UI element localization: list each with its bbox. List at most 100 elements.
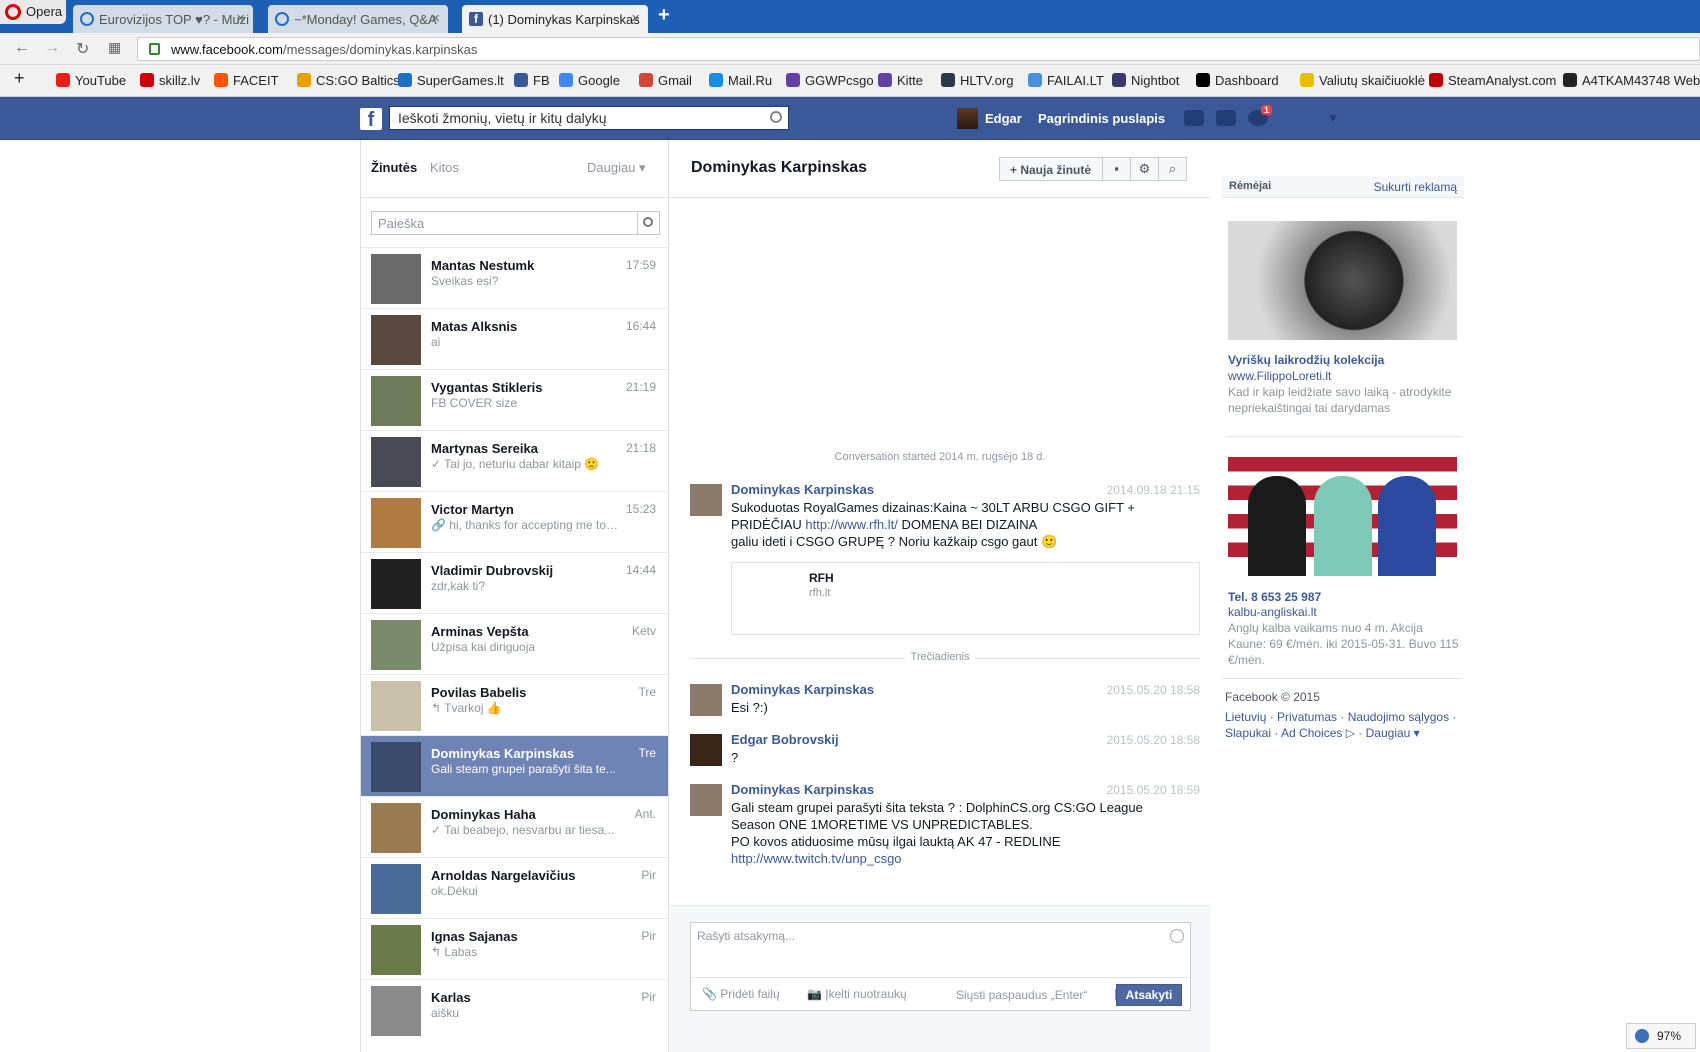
thread-item[interactable]: Victor Martyn 🔗 hi, thanks for accepting …	[361, 491, 668, 552]
thread-item[interactable]: Vladimir Dubrovskij zdr,kak ti? 14:44	[361, 552, 668, 613]
ad-title[interactable]: Tel. 8 653 25 987	[1228, 590, 1321, 604]
new-tab-button[interactable]: +	[658, 4, 670, 27]
thread-item[interactable]: Dominykas Haha ✓ Tai beabejo, nesvarbu ar…	[361, 796, 668, 857]
forward-icon[interactable]: →	[44, 39, 60, 57]
message-author[interactable]: Edgar Bobrovskij	[731, 732, 839, 747]
bookmark-item[interactable]: Gmail	[639, 73, 692, 88]
messages-search-input[interactable]: Paieška	[371, 211, 660, 235]
search-icon[interactable]: ⌕	[1158, 157, 1187, 181]
thread-item[interactable]: Povilas Babelis ↰ Tvarkoj 👍 Tre	[361, 674, 668, 735]
bookmark-item[interactable]: Dashboard	[1196, 73, 1279, 88]
bookmark-item[interactable]: skillz.lv	[140, 73, 200, 88]
ad-watch-image[interactable]	[1228, 221, 1457, 340]
ad-title[interactable]: Vyriškų laikrodžių kolekcija	[1228, 353, 1384, 367]
friend-requests-icon[interactable]	[1184, 110, 1204, 126]
more-dropdown[interactable]: Daugiau ▾	[587, 160, 646, 176]
ad-image-figure	[1378, 476, 1436, 576]
facebook-search-input[interactable]: Ieškoti žmonių, vietų ir kitų dalykų	[389, 106, 789, 130]
opera-menu-button[interactable]: Opera	[0, 0, 66, 24]
browser-tab[interactable]: Eurovizijos TOP ♥? - Muzi ×	[73, 5, 253, 33]
bookmark-item[interactable]: FACEIT	[214, 73, 279, 88]
bookmark-item[interactable]: Valiutų skaičiuoklė	[1300, 73, 1425, 88]
message-line-part: DOMENA BEI DIZAINA	[897, 517, 1038, 532]
new-message-button[interactable]: + Nauja žinutė	[999, 157, 1103, 181]
thread-item[interactable]: Matas Alksnis ai 16:44	[361, 308, 668, 369]
thread-item[interactable]: Dominykas Karpinskas Gali steam grupei pa…	[361, 735, 668, 796]
message-link[interactable]: http://www.twitch.tv/unp_csgo	[731, 851, 902, 866]
search-icon[interactable]	[770, 111, 782, 123]
reload-icon[interactable]: ↻	[76, 39, 89, 59]
thread-item[interactable]: Arnoldas Nargelavičius ok.Dėkui Pir	[361, 857, 668, 918]
thread-time: 21:19	[625, 380, 656, 394]
bookmark-item[interactable]: CS:GO Baltics	[297, 73, 400, 88]
bookmark-item[interactable]: SuperGames.lt	[398, 73, 504, 88]
browser-tab[interactable]: ~*Monday! Games, Q&A ×	[268, 5, 448, 33]
thread-item[interactable]: Arminas Vepšta Užpisa kai diriguoja Ketv	[361, 613, 668, 674]
bookmark-item[interactable]: FB	[514, 73, 550, 88]
upload-photo-button[interactable]: 📷 Įkelti nuotraukų	[807, 987, 907, 1001]
tab-other[interactable]: Kitos	[430, 160, 459, 175]
message: Dominykas Karpinskas 2014.09.18 21:15 Su…	[690, 482, 1200, 562]
message-author[interactable]: Dominykas Karpinskas	[731, 482, 874, 497]
emoticon-icon[interactable]	[1170, 929, 1184, 943]
bookmark-item[interactable]: FAILAI.LT	[1028, 73, 1104, 88]
close-icon[interactable]: ×	[431, 10, 440, 27]
account-menu-icon[interactable]: ▼	[1327, 111, 1339, 125]
reply-input[interactable]: Rašyti atsakymą...	[690, 922, 1191, 978]
url-field[interactable]: www.facebook.com/messages/dominykas.karp…	[137, 37, 1700, 61]
bookmark-item[interactable]: YouTube	[56, 73, 126, 88]
messages-icon[interactable]	[1216, 110, 1236, 126]
speed-dial-icon[interactable]: ▦	[108, 39, 121, 56]
sponsored-header: Rėmėjai Sukurti reklamą	[1222, 176, 1464, 198]
bookmark-item[interactable]: A4TKAM43748 Web	[1563, 73, 1700, 88]
browser-tab-active[interactable]: f (1) Dominykas Karpinskas ×	[462, 5, 648, 33]
bookmark-item[interactable]: HLTV.org	[941, 73, 1013, 88]
gear-icon[interactable]: ⚙	[1130, 157, 1159, 181]
privacy-icon[interactable]	[1294, 110, 1314, 126]
add-bookmark-button[interactable]: +	[14, 68, 25, 89]
ad-domain[interactable]: kalbu-angliskai.lt	[1228, 605, 1317, 619]
search-button[interactable]	[637, 212, 659, 234]
message-link[interactable]: http://www.rfh.lt/	[805, 517, 897, 532]
facebook-logo-icon[interactable]: f	[360, 108, 382, 131]
link-preview-card[interactable]: RFH rfh.lt	[731, 562, 1200, 635]
back-icon[interactable]: ←	[14, 39, 30, 57]
bookmark-item[interactable]: SteamAnalyst.com	[1429, 73, 1556, 88]
footer-links[interactable]: Lietuvių · Privatumas · Naudojimo sąlygo…	[1225, 709, 1465, 741]
thread-name: Martynas Sereika	[431, 441, 538, 456]
thread-name: Vladimir Dubrovskij	[431, 563, 554, 578]
message-author[interactable]: Dominykas Karpinskas	[731, 682, 874, 697]
close-icon[interactable]: ×	[631, 10, 640, 27]
message-author[interactable]: Dominykas Karpinskas	[731, 782, 874, 797]
thread-item[interactable]: Martynas Sereika ✓ Tai jo, neturiu dabar …	[361, 430, 668, 491]
profile-link[interactable]: Edgar	[957, 108, 1022, 129]
ad-kids-image[interactable]	[1228, 457, 1457, 576]
thread-time: Pir	[641, 929, 656, 943]
bookmark-icon	[1300, 73, 1314, 87]
message-text: Gali steam grupei parašyti šita teksta ?…	[731, 799, 1161, 867]
tab-messages[interactable]: Žinutės	[371, 160, 417, 175]
ad-domain[interactable]: www.FilippoLoreti.lt	[1228, 369, 1331, 383]
bookmark-item[interactable]: GGWPcsgo	[786, 73, 874, 88]
thread-item[interactable]: Karlas aišku Pir	[361, 979, 668, 1040]
thread-item[interactable]: Ignas Sajanas ↰ Labas Pir	[361, 918, 668, 979]
video-call-icon[interactable]: ▪	[1102, 157, 1131, 181]
bookmark-item[interactable]: Kitte	[878, 73, 923, 88]
bookmark-item[interactable]: Mail.Ru	[709, 73, 772, 88]
zoom-indicator[interactable]: 97%	[1626, 1023, 1696, 1049]
bookmark-label: Dashboard	[1215, 73, 1279, 88]
home-link[interactable]: Pagrindinis puslapis	[1038, 111, 1165, 126]
supergames-icon	[80, 12, 94, 26]
thread-item[interactable]: Mantas Nestumk Sveikas esi? 17:59	[361, 247, 668, 308]
bookmark-icon	[639, 73, 653, 87]
attach-files-button[interactable]: 📎 Pridėti failų	[702, 987, 780, 1001]
create-ad-link[interactable]: Sukurti reklamą	[1374, 180, 1457, 194]
bookmark-item[interactable]: Google	[559, 73, 620, 88]
bookmark-label: CS:GO Baltics	[316, 73, 400, 88]
bookmark-icon	[1112, 73, 1126, 87]
close-icon[interactable]: ×	[236, 10, 245, 27]
reply-button[interactable]: Atsakyti	[1116, 984, 1182, 1006]
bookmark-item[interactable]: Nightbot	[1112, 73, 1179, 88]
avatar	[371, 681, 421, 731]
thread-item[interactable]: Vygantas Stikleris FB COVER size 21:19	[361, 369, 668, 430]
